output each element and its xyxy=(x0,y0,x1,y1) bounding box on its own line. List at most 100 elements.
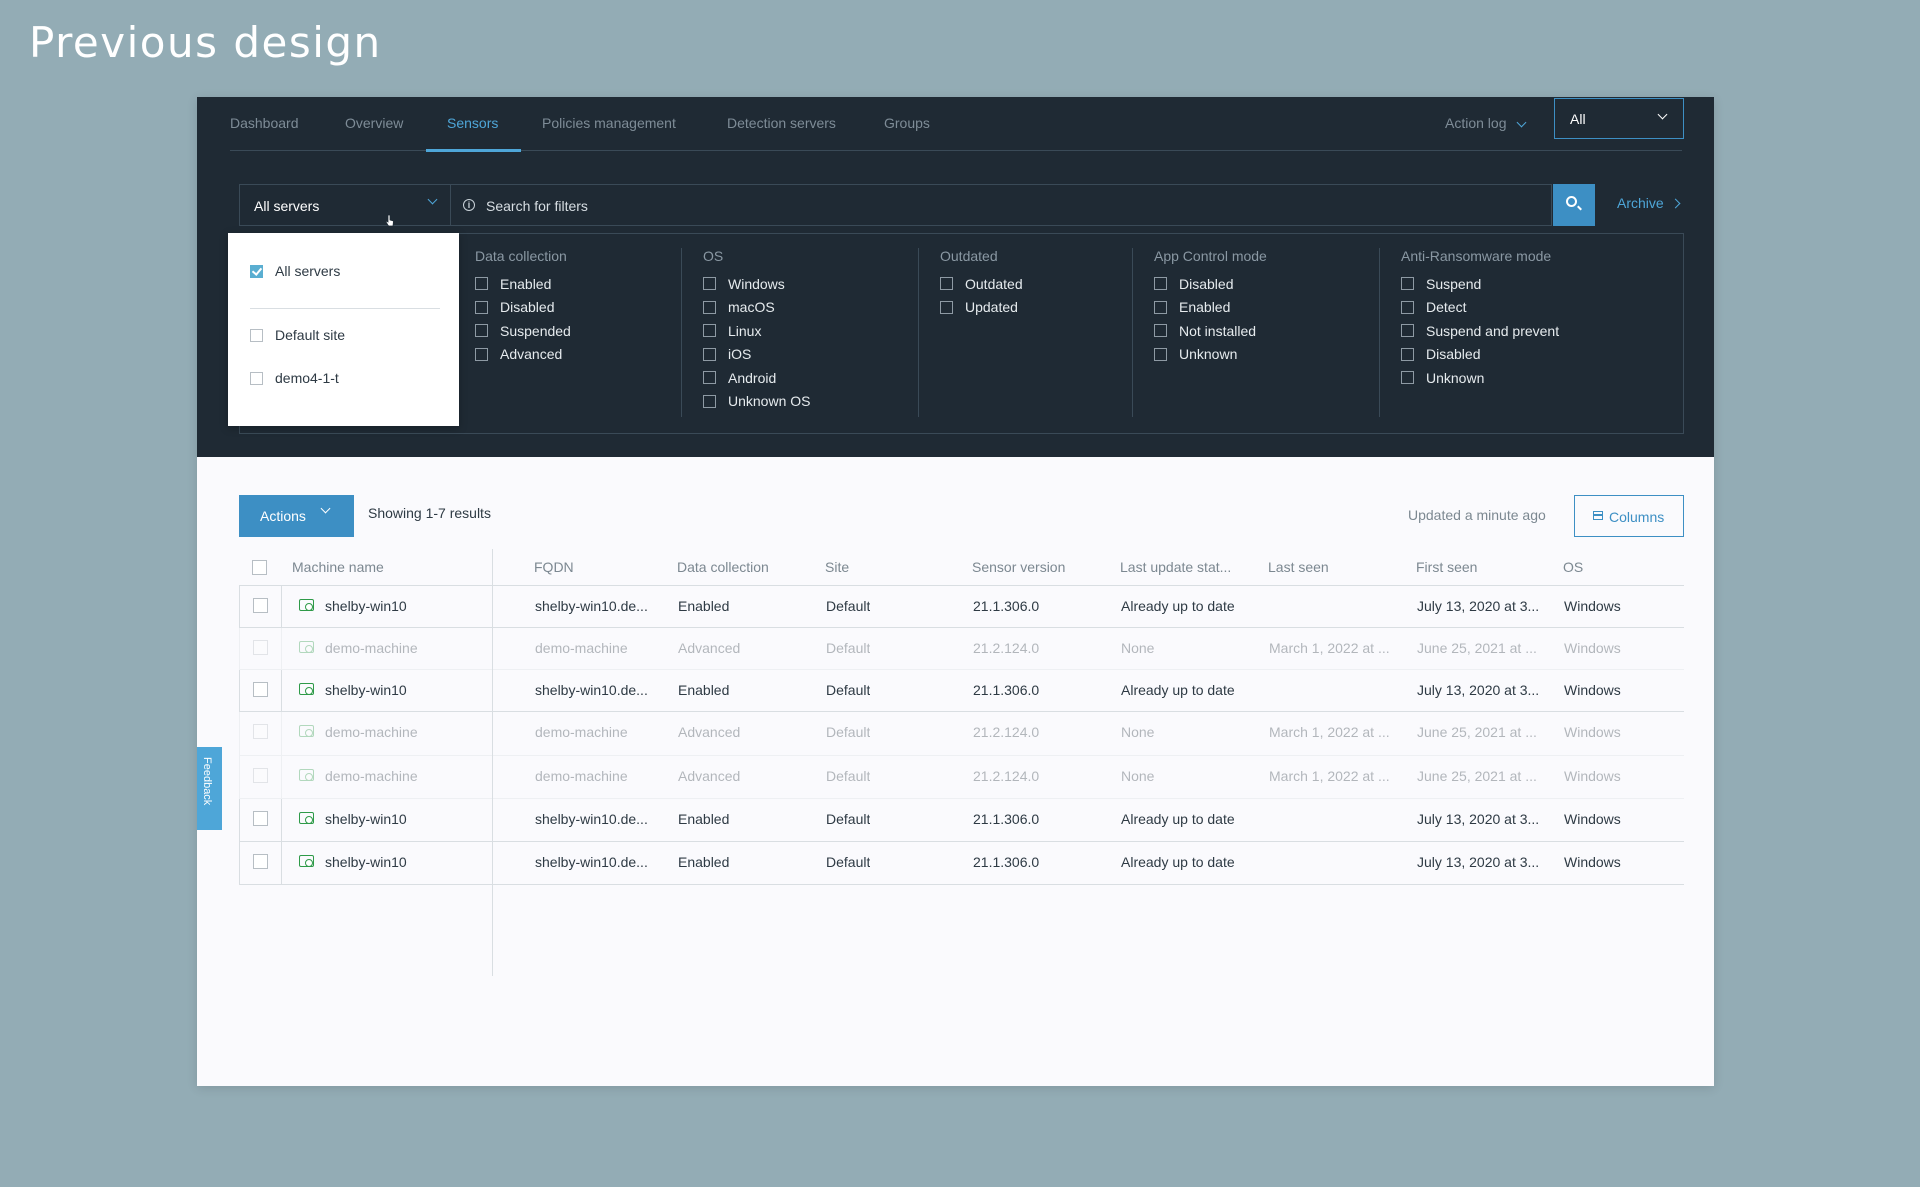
filter-option[interactable]: Suspend xyxy=(1401,272,1559,296)
column-header[interactable]: Last update stat... xyxy=(1120,559,1231,575)
checkbox[interactable] xyxy=(1401,324,1414,338)
row-checkbox[interactable] xyxy=(253,724,268,739)
machine-name-cell[interactable]: shelby-win10 xyxy=(325,598,407,614)
machine-status-icon xyxy=(299,599,314,611)
checkbox[interactable] xyxy=(703,347,716,361)
server-select[interactable]: All servers xyxy=(239,184,451,226)
checkbox[interactable] xyxy=(475,300,488,314)
filter-option[interactable]: Suspended xyxy=(475,319,571,343)
checkbox[interactable] xyxy=(1154,300,1167,314)
table-row[interactable]: demo-machine demo-machine Advanced Default 2… xyxy=(239,756,1684,799)
checkbox[interactable] xyxy=(703,300,716,314)
checkbox[interactable] xyxy=(475,347,488,361)
filter-option[interactable]: Linux xyxy=(703,319,810,343)
machine-name-cell[interactable]: shelby-win10 xyxy=(325,854,407,870)
table-row[interactable]: demo-machine demo-machine Advanced Default 2… xyxy=(239,712,1684,756)
filter-option[interactable]: Suspend and prevent xyxy=(1401,319,1559,343)
dropdown-item-all-servers[interactable]: All servers xyxy=(250,261,340,281)
filter-option[interactable]: Updated xyxy=(940,296,1023,320)
filter-option[interactable]: Windows xyxy=(703,272,810,296)
actions-button[interactable]: Actions xyxy=(239,495,354,537)
checkbox[interactable] xyxy=(250,328,263,342)
checkbox[interactable] xyxy=(703,324,716,338)
table-row[interactable]: shelby-win10 shelby-win10.de... Enabled Def… xyxy=(239,586,1684,628)
checkbox[interactable] xyxy=(703,394,716,408)
column-header[interactable]: FQDN xyxy=(534,559,574,575)
filter-option[interactable]: Not installed xyxy=(1154,319,1267,343)
row-checkbox[interactable] xyxy=(253,854,268,869)
filter-option[interactable]: Advanced xyxy=(475,343,571,367)
filter-title: Anti-Ransomware mode xyxy=(1401,248,1552,264)
search-button[interactable] xyxy=(1553,184,1595,226)
machine-name-cell[interactable]: demo-machine xyxy=(325,768,418,784)
dropdown-item-demo4-1-t[interactable]: demo4-1-t xyxy=(250,368,339,388)
columns-button[interactable]: Columns xyxy=(1574,495,1684,537)
scope-select[interactable]: All xyxy=(1554,98,1684,139)
tab-sensors[interactable]: Sensors xyxy=(447,115,498,131)
row-checkbox[interactable] xyxy=(253,811,268,826)
table-row[interactable]: demo-machine demo-machine Advanced Default 2… xyxy=(239,628,1684,670)
checkbox[interactable] xyxy=(250,371,263,385)
checkbox[interactable] xyxy=(1154,277,1167,291)
column-header[interactable]: OS xyxy=(1563,559,1583,575)
tab-detection-servers[interactable]: Detection servers xyxy=(727,115,836,131)
filter-option[interactable]: Disabled xyxy=(1401,343,1559,367)
row-checkbox[interactable] xyxy=(253,768,268,783)
table-row[interactable]: shelby-win10 shelby-win10.de... Enabled Def… xyxy=(239,670,1684,712)
action-log-dropdown[interactable]: Action log xyxy=(1445,115,1527,131)
archive-link[interactable]: Archive xyxy=(1617,195,1681,211)
filter-option[interactable]: Unknown xyxy=(1154,343,1267,367)
tab-groups[interactable]: Groups xyxy=(884,115,930,131)
checkbox[interactable] xyxy=(1154,324,1167,338)
checkbox[interactable] xyxy=(1401,371,1414,385)
filter-option[interactable]: iOS xyxy=(703,343,810,367)
machine-name-cell[interactable]: shelby-win10 xyxy=(325,811,407,827)
checkbox[interactable] xyxy=(1401,300,1414,314)
checkbox[interactable] xyxy=(475,324,488,338)
filter-option[interactable]: macOS xyxy=(703,296,810,320)
filter-option[interactable]: Android xyxy=(703,366,810,390)
column-header[interactable]: Site xyxy=(825,559,849,575)
filter-option[interactable]: Outdated xyxy=(940,272,1023,296)
column-header[interactable]: Sensor version xyxy=(972,559,1065,575)
checkbox[interactable] xyxy=(1401,277,1414,291)
machine-name-cell[interactable]: demo-machine xyxy=(325,640,418,656)
checkbox[interactable] xyxy=(1401,347,1414,361)
row-checkbox[interactable] xyxy=(253,640,268,655)
tab-dashboard[interactable]: Dashboard xyxy=(230,115,299,131)
tab-policies-management[interactable]: Policies management xyxy=(542,115,676,131)
select-all-checkbox[interactable] xyxy=(252,560,267,575)
machine-name-cell[interactable]: demo-machine xyxy=(325,724,418,740)
machine-name-cell[interactable]: shelby-win10 xyxy=(325,682,407,698)
search-input[interactable] xyxy=(484,193,1488,219)
table-cell-data-collection: Advanced xyxy=(678,640,741,656)
checkbox[interactable] xyxy=(703,371,716,385)
table-cell-first-seen: July 13, 2020 at 3... xyxy=(1417,854,1540,870)
column-header[interactable]: First seen xyxy=(1416,559,1477,575)
actions-label: Actions xyxy=(260,508,306,524)
filter-option[interactable]: Enabled xyxy=(1154,296,1267,320)
filter-option[interactable]: Detect xyxy=(1401,296,1559,320)
checkbox[interactable] xyxy=(940,277,953,291)
filter-option[interactable]: Disabled xyxy=(475,296,571,320)
checkbox[interactable] xyxy=(1154,347,1167,361)
checkbox[interactable] xyxy=(940,300,953,314)
filter-option[interactable]: Disabled xyxy=(1154,272,1267,296)
filter-option[interactable]: Enabled xyxy=(475,272,571,296)
column-header[interactable]: Machine name xyxy=(292,559,384,575)
table-row[interactable]: shelby-win10 shelby-win10.de... Enabled Def… xyxy=(239,842,1684,885)
checkbox-checked[interactable] xyxy=(250,264,263,278)
filter-option[interactable]: Unknown OS xyxy=(703,390,810,414)
tab-overview[interactable]: Overview xyxy=(345,115,403,131)
chevron-down-icon xyxy=(427,194,438,205)
row-checkbox[interactable] xyxy=(253,682,268,697)
column-header[interactable]: Last seen xyxy=(1268,559,1329,575)
dropdown-item-default-site[interactable]: Default site xyxy=(250,325,345,345)
feedback-tab[interactable]: Feedback xyxy=(197,747,222,830)
column-header[interactable]: Data collection xyxy=(677,559,769,575)
checkbox[interactable] xyxy=(703,277,716,291)
checkbox[interactable] xyxy=(475,277,488,291)
filter-option[interactable]: Unknown xyxy=(1401,366,1559,390)
table-row[interactable]: shelby-win10 shelby-win10.de... Enabled Def… xyxy=(239,799,1684,842)
row-checkbox[interactable] xyxy=(253,598,268,613)
